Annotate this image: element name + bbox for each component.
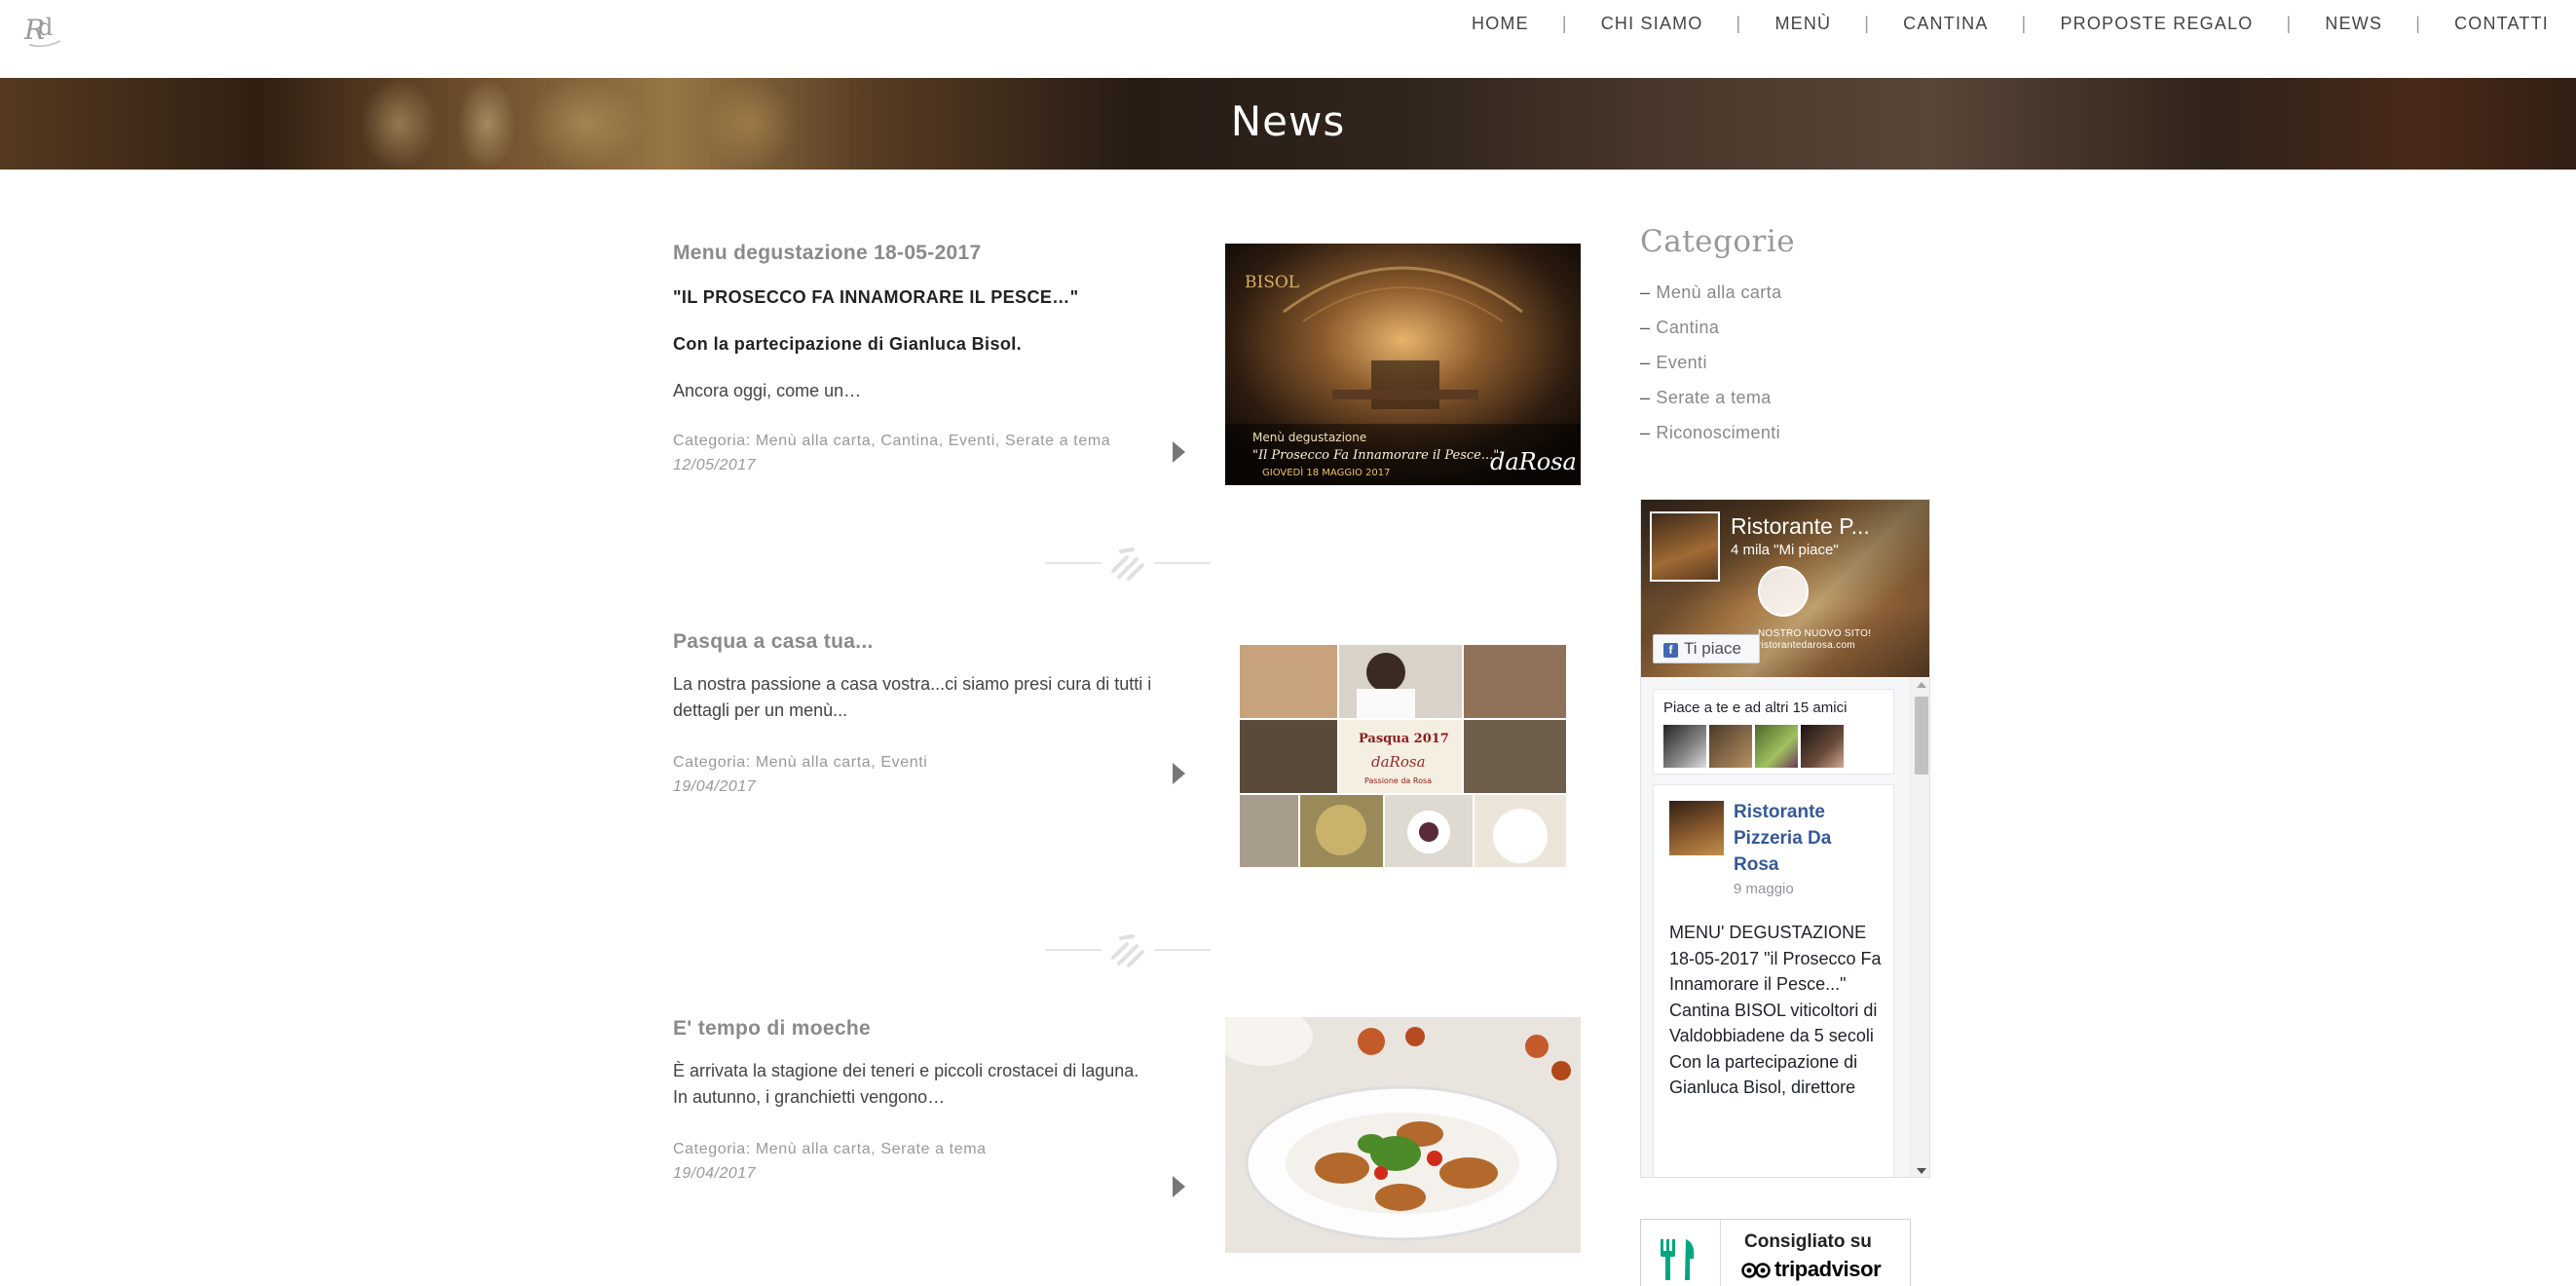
- friend-avatar[interactable]: [1801, 725, 1844, 768]
- tripadvisor-badge[interactable]: Consigliato su tripadvisor: [1640, 1219, 1911, 1286]
- post-divider: [1045, 930, 1211, 969]
- category-link[interactable]: – Cantina: [1640, 318, 1782, 353]
- cover-text: NOSTRO NUOVO SITO! ristorantedarosa.com: [1758, 628, 1872, 651]
- image-caption: GIOVEDÌ 18 MAGGIO 2017: [1262, 466, 1391, 478]
- category-link[interactable]: – Serate a tema: [1640, 388, 1782, 423]
- nav-contatti[interactable]: CONTATTI: [2421, 14, 2549, 34]
- category-link[interactable]: – Riconoscimenti: [1640, 423, 1782, 458]
- post-author-avatar[interactable]: [1669, 801, 1724, 855]
- read-more-arrow-icon[interactable]: [1173, 763, 1185, 784]
- news-post: Pasqua a casa tua... La nostra passione …: [673, 630, 1583, 867]
- nav-home[interactable]: HOME: [1438, 14, 1562, 34]
- read-more-arrow-icon[interactable]: [1173, 441, 1185, 463]
- read-more-arrow-icon[interactable]: [1173, 1176, 1185, 1197]
- category-list: – Menù alla carta – Cantina – Eventi – Serat…: [1640, 283, 1782, 458]
- nav-chi-siamo[interactable]: CHI SIAMO: [1568, 14, 1736, 34]
- scroll-down-icon[interactable]: [1917, 1168, 1926, 1174]
- facebook-page-name[interactable]: Ristorante P...: [1731, 513, 1870, 540]
- image-label: daRosa: [1371, 753, 1426, 771]
- post-author-name[interactable]: Ristorante Pizzeria Da Rosa: [1734, 799, 1880, 878]
- scrollbar-thumb[interactable]: [1915, 697, 1928, 775]
- facebook-feed[interactable]: Piace a te e ad altri 15 amici Ristorant…: [1641, 677, 1929, 1177]
- nav-cantina[interactable]: CANTINA: [1870, 14, 2021, 34]
- facebook-icon: f: [1663, 643, 1678, 658]
- image-brand: BISOL: [1245, 273, 1299, 292]
- page-banner: News: [0, 78, 2576, 170]
- facebook-post: Ristorante Pizzeria Da Rosa 9 maggio MEN…: [1653, 784, 1894, 1177]
- scroll-up-icon[interactable]: [1917, 682, 1926, 688]
- category-link[interactable]: – Eventi: [1640, 353, 1782, 388]
- image-logo: daRosa: [1490, 448, 1577, 475]
- image-caption: "Il Prosecco Fa Innamorare il Pesce...": [1252, 448, 1499, 463]
- friends-likes-box: Piace a te e ad altri 15 amici: [1653, 689, 1894, 775]
- fork-knife-icon: [1641, 1220, 1721, 1286]
- facebook-cover[interactable]: Ristorante P... 4 mila "Mi piace" NOSTRO…: [1641, 500, 1929, 677]
- tripadvisor-caption: Consigliato su: [1744, 1231, 1872, 1252]
- nav-menu[interactable]: MENÙ: [1741, 14, 1864, 34]
- post-divider: [1045, 544, 1211, 583]
- post-text: MENU' DEGUSTAZIONE 18-05-2017 "il Prosec…: [1669, 923, 1882, 1097]
- friend-avatar[interactable]: [1755, 725, 1798, 768]
- image-caption: Menù degustazione: [1252, 431, 1366, 444]
- facebook-like-button[interactable]: f Ti piace: [1653, 634, 1760, 663]
- facebook-scrollbar[interactable]: [1910, 677, 1929, 1177]
- facebook-page-widget: Ristorante P... 4 mila "Mi piace" NOSTRO…: [1640, 499, 1930, 1178]
- post-excerpt: La nostra passione a casa vostra...ci si…: [673, 674, 1152, 720]
- sidebar-title: Categorie: [1640, 224, 1796, 259]
- friend-avatar[interactable]: [1663, 725, 1706, 768]
- post-image[interactable]: [1225, 1017, 1581, 1253]
- news-post: Menu degustazione 18-05-2017 "IL PROSECC…: [673, 242, 1583, 485]
- page-title: News: [1230, 97, 1346, 145]
- post-image[interactable]: Pasqua 2017 daRosa Passione da Rosa: [1240, 645, 1566, 867]
- nav-news[interactable]: NEWS: [2292, 14, 2415, 34]
- friends-likes-text: Piace a te e ad altri 15 amici: [1663, 700, 1848, 716]
- top-navbar: R d HOME | CHI SIAMO | MENÙ | CANTINA | …: [0, 0, 2576, 78]
- cover-logo-icon: [1758, 566, 1809, 617]
- restaurant-logo[interactable]: R d: [21, 6, 68, 53]
- image-label: Pasqua 2017: [1359, 732, 1449, 746]
- facebook-avatar[interactable]: [1650, 511, 1720, 582]
- tripadvisor-logo: tripadvisor: [1741, 1257, 1882, 1282]
- facebook-likes-count: 4 mila "Mi piace": [1731, 542, 1839, 558]
- svg-text:d: d: [38, 14, 53, 41]
- main-nav: HOME | CHI SIAMO | MENÙ | CANTINA | PROP…: [1438, 14, 2549, 34]
- post-date[interactable]: 9 maggio: [1734, 881, 1794, 897]
- category-link[interactable]: – Menù alla carta: [1640, 283, 1782, 318]
- post-excerpt: È arrivata la stagione dei teneri e picc…: [673, 1061, 1139, 1080]
- nav-proposte-regalo[interactable]: PROPOSTE REGALO: [2027, 14, 2286, 34]
- image-label: Passione da Rosa: [1364, 776, 1432, 785]
- news-post: E' tempo di moeche È arrivata la stagion…: [673, 1017, 1583, 1253]
- friend-avatar[interactable]: [1709, 725, 1752, 768]
- post-image[interactable]: BISOL Menù degustazione "Il Prosecco Fa …: [1225, 244, 1581, 485]
- tripadvisor-owl-icon: [1741, 1263, 1771, 1278]
